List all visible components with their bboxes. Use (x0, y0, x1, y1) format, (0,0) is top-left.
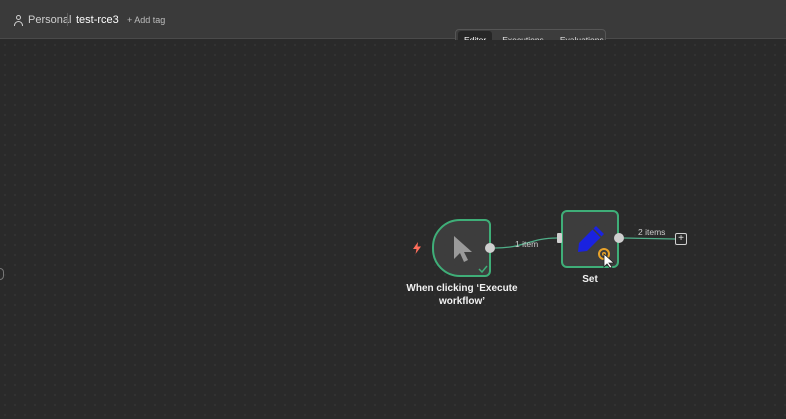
trigger-node-label: When clicking ‘Execute workflow’ (406, 283, 518, 307)
trigger-bolt-icon (413, 242, 421, 254)
breadcrumb-personal[interactable]: Personal (14, 13, 71, 27)
set-output-handle[interactable] (614, 233, 624, 243)
connection-label-2: 2 items (638, 227, 666, 237)
set-node-label: Set (582, 274, 598, 285)
plus-icon: + (678, 233, 684, 244)
cursor-hand-icon (598, 248, 616, 268)
manual-trigger-node[interactable] (432, 219, 491, 277)
workflow-name[interactable]: test-rce3 (76, 13, 119, 27)
set-node[interactable] (561, 210, 619, 268)
check-icon (478, 265, 488, 273)
add-tag-button[interactable]: + Add tag (127, 13, 165, 27)
add-node-button[interactable]: + (675, 233, 687, 245)
breadcrumb-divider (67, 13, 68, 26)
personal-label: Personal (28, 14, 72, 26)
cursor-icon (454, 236, 472, 262)
trigger-output-handle[interactable] (485, 243, 495, 253)
user-icon (14, 14, 23, 26)
workflow-canvas[interactable] (0, 40, 786, 419)
set-input-handle[interactable] (557, 233, 562, 243)
top-bar: Personal test-rce3 + Add tag (0, 0, 786, 39)
connection-label-1: 1 item (515, 239, 539, 249)
